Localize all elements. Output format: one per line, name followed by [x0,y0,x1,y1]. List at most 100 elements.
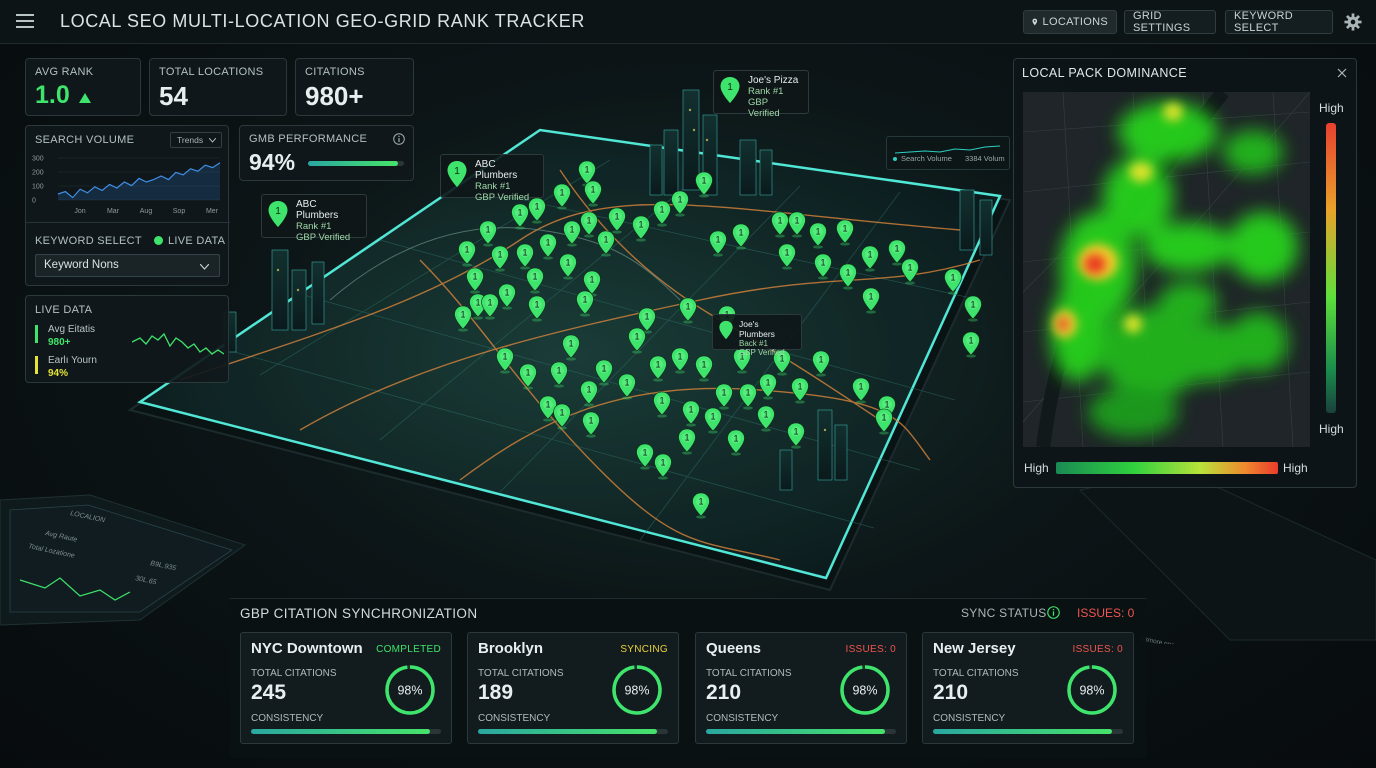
chevron-down-icon [200,264,209,270]
live-sparkline [132,332,224,355]
card-percent-ring: 98% [840,665,890,715]
svg-text:1: 1 [565,258,570,268]
map-pin-icon [719,320,733,340]
card-percent-ring: 98% [612,665,662,715]
map-pin-icon: 1 [268,201,288,227]
pin-card-joes-pizza[interactable]: 1 Joe's Pizza Rank #1 GBP Verified [713,70,809,119]
legend-left-label: High [1024,461,1049,475]
pin-card-abc-plumbers-1[interactable]: 1 ABC Plumbers Rank #1 GBP Verified [440,154,544,203]
keyword-select-label: KEYWORD SELECT [1234,10,1293,34]
svg-text:1: 1 [545,238,550,248]
svg-text:1: 1 [858,382,863,392]
svg-text:1: 1 [894,244,899,254]
y-tick-label: 100 [32,184,44,191]
trends-dropdown[interactable]: Trends [170,132,222,148]
trends-label: Trends [177,135,204,145]
live-item-value: 980+ [48,337,71,348]
x-tick-label: Jon [74,208,85,215]
card-percent-ring: 98% [1067,665,1117,715]
kpi-label: AVG RANK [35,66,94,78]
svg-text:1: 1 [464,245,469,255]
card-consistency-label: CONSISTENCY [706,713,779,724]
pin-name: ABC Plumbers [475,159,518,181]
pin-name: Joe's Plumbers [739,319,775,339]
svg-text:1: 1 [584,165,589,175]
card-total-value: 189 [478,681,514,704]
vertical-scale-bar [1326,123,1336,413]
locations-button[interactable]: LOCATIONS [1023,10,1117,34]
close-icon[interactable] [1337,68,1347,78]
card-percent: 98% [397,684,422,698]
avg-rank-value: 1.0 [35,81,70,109]
svg-text:1: 1 [677,352,682,362]
svg-text:1: 1 [275,206,281,217]
svg-text:1: 1 [485,225,490,235]
card-status: COMPLETED [376,644,441,655]
grid-settings-button[interactable]: GRID SETTINGS [1124,10,1216,34]
volume-area [58,162,220,200]
svg-text:1: 1 [881,413,886,423]
kpi-label: TOTAL LOCATIONS [159,66,264,78]
citation-card[interactable]: NYC Downtown COMPLETED TOTAL CITATIONS 245 C… [240,632,452,744]
pin-card-joes-plumbers[interactable]: Joe's Plumbers Back #1 GBP Verified [712,314,802,357]
pin-status: GBP Verified [739,348,785,357]
card-location: NYC Downtown [251,640,363,657]
map-pin-icon[interactable]: 1 [964,295,982,322]
pin-name: ABC Plumbers [296,199,339,221]
svg-text:1: 1 [532,272,537,282]
heatmap-map[interactable] [1023,92,1310,447]
svg-text:1: 1 [738,228,743,238]
keyword-select-label: KEYWORD SELECT [35,235,142,247]
citation-card[interactable]: Brooklyn SYNCING TOTAL CITATIONS 189 CONSIST… [467,632,679,744]
svg-text:1: 1 [634,332,639,342]
kpi-total-locations: TOTAL LOCATIONS 54 [149,58,287,116]
card-consistency-fill [933,729,1112,734]
svg-text:1: 1 [472,272,477,282]
search-volume-panel: SEARCH VOLUME Trends 300 200 100 0 Jon Mar Aug… [25,125,230,286]
pin-card-abc-plumbers-2[interactable]: 1 ABC Plumbers Rank #1 GBP Verified [261,194,367,243]
info-icon[interactable] [393,133,405,145]
svg-text:1: 1 [497,250,502,260]
svg-text:1: 1 [794,216,799,226]
svg-text:Ssmore oncrer steoci toaca: Ssmore oncrer steoci toaca [1140,635,1219,644]
gmb-label: GMB PERFORMANCE [249,133,368,145]
svg-text:1: 1 [601,364,606,374]
svg-text:1: 1 [534,300,539,310]
local-pack-dominance-panel: LOCAL PACK DOMINANCE High High High High [1013,58,1357,488]
card-percent: 98% [852,684,877,698]
citation-card[interactable]: New Jersey ISSUES: 0 TOTAL CITATIONS 210 CON… [922,632,1134,744]
pin-status: GBP Verified [748,97,780,119]
gmb-value: 94% [249,149,296,175]
card-location: New Jersey [933,640,1016,657]
search-volume-chart: 300 200 100 0 Jon Mar Aug Sop Mer [32,156,221,215]
citation-card[interactable]: Queens ISSUES: 0 TOTAL CITATIONS 210 CONSIST… [695,632,907,744]
svg-text:1: 1 [868,292,873,302]
card-total-value: 245 [251,681,287,704]
svg-text:1: 1 [950,273,955,283]
horizontal-scale-bar [1056,462,1278,474]
map-pin-icon: 1 [447,161,467,187]
chevron-down-icon [209,138,216,143]
svg-text:1: 1 [688,405,693,415]
legend-series-2: 3384 Volum [965,154,1005,163]
legend-right-label: High [1283,461,1308,475]
svg-text:1: 1 [842,224,847,234]
menu-icon[interactable] [16,14,34,28]
card-consistency-fill [706,729,885,734]
keyword-select-dropdown[interactable]: Keyword Nons [35,254,220,277]
map-pin-icon[interactable]: 1 [962,331,980,358]
svg-text:1: 1 [793,427,798,437]
svg-text:1: 1 [765,378,770,388]
info-icon[interactable] [1047,606,1060,619]
gear-icon[interactable] [1344,13,1362,31]
svg-text:1: 1 [624,378,629,388]
svg-text:1: 1 [727,82,733,93]
live-item-value: 94% [48,368,69,379]
svg-text:1: 1 [685,302,690,312]
keyword-select-button[interactable]: KEYWORD SELECT [1225,10,1333,34]
svg-text:1: 1 [698,497,703,507]
svg-text:1: 1 [745,388,750,398]
card-total-label: TOTAL CITATIONS [933,668,1019,679]
pin-rank: Back #1 [739,339,768,348]
svg-text:1: 1 [701,176,706,186]
